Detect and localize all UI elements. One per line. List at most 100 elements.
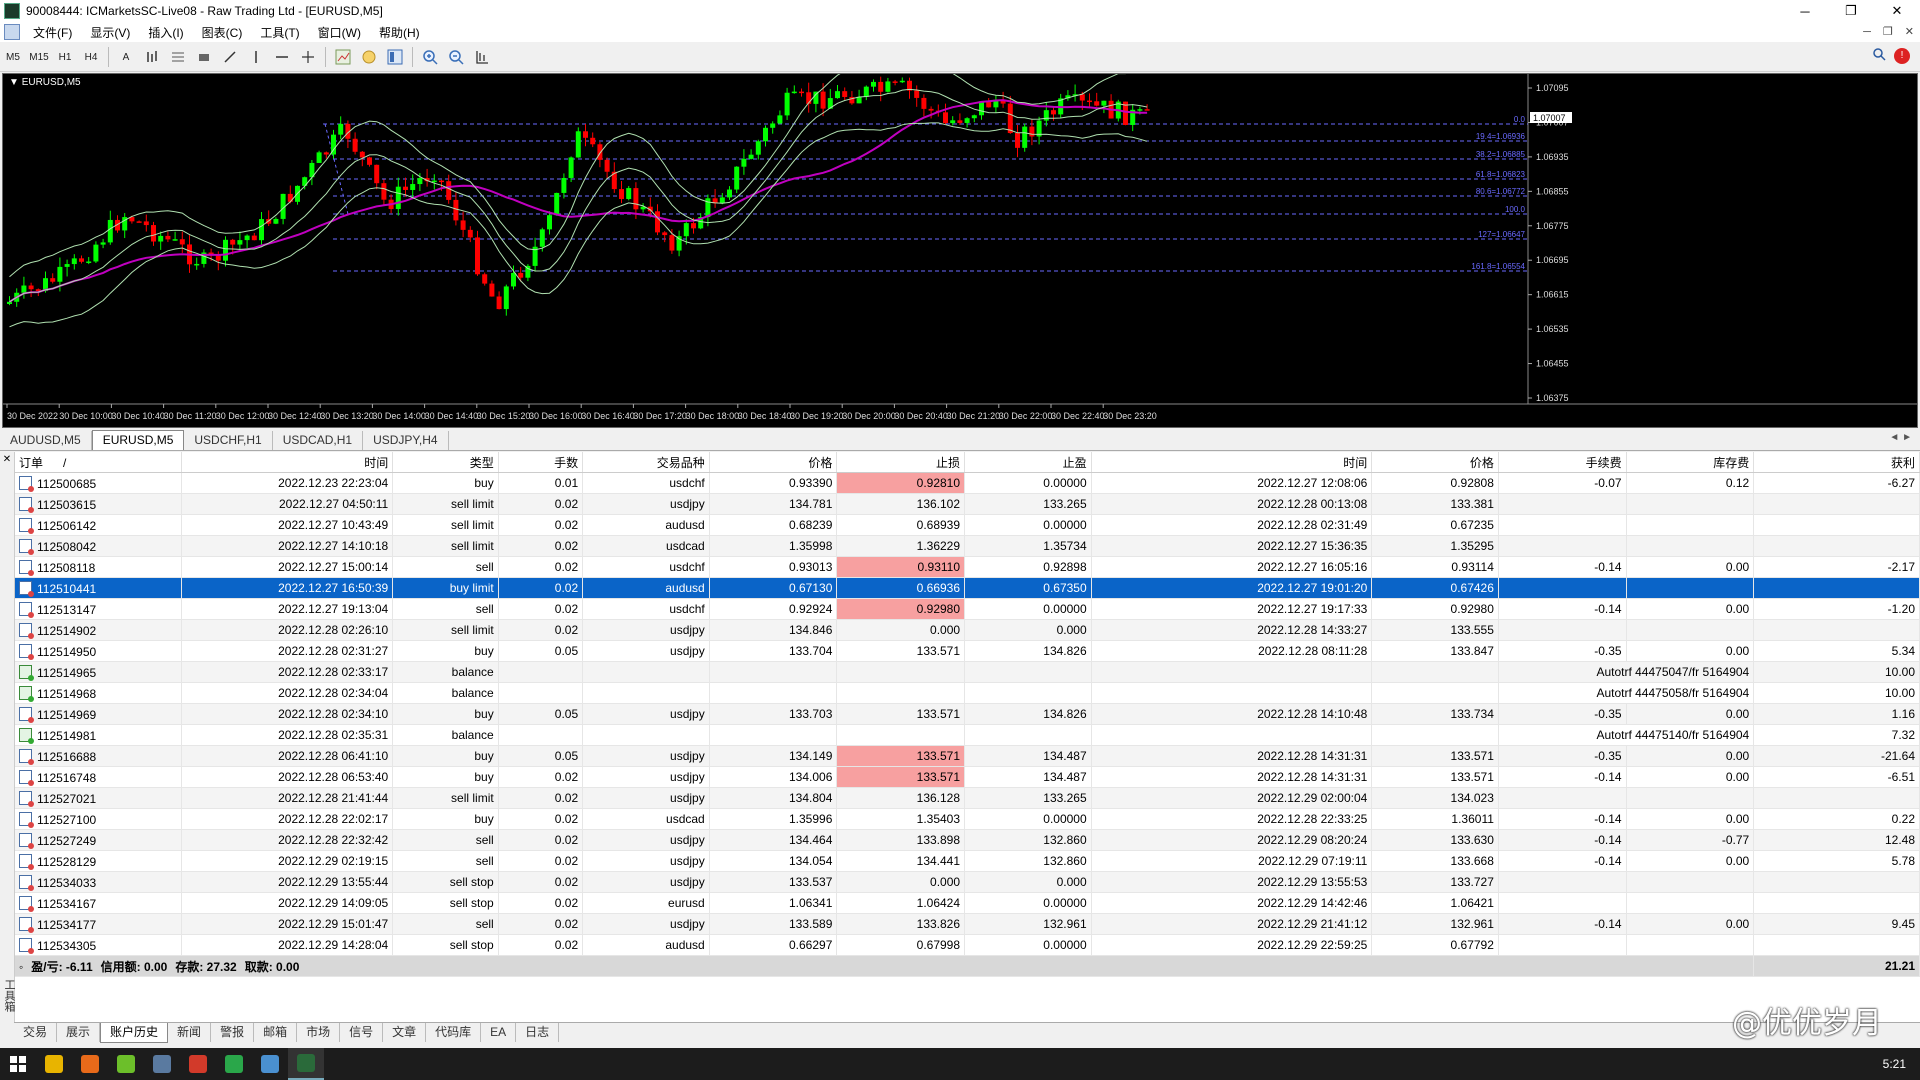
menu-tools[interactable]: 工具(T) — [251, 24, 308, 41]
menu-insert[interactable]: 插入(I) — [139, 24, 192, 41]
red-app-icon[interactable] — [180, 1048, 216, 1080]
document-icon[interactable] — [4, 24, 20, 40]
column-header[interactable]: 手数 — [498, 452, 584, 473]
crosshair-icon[interactable] — [298, 47, 318, 67]
search-icon[interactable] — [1872, 47, 1886, 64]
price-chart[interactable]: 1.07095 1.07007 1.06935 1.06855 1.06775 1.066… — [2, 73, 1918, 428]
table-row[interactable]: 112516748 2022.12.28 06:53:40 buy 0.02 usdjp… — [15, 766, 1920, 788]
new-chart-icon[interactable] — [333, 47, 353, 67]
terminal-tab[interactable]: 市场 — [297, 1023, 341, 1042]
column-header[interactable]: 止损 — [836, 452, 966, 473]
mdi-close-icon[interactable]: ✕ — [1905, 22, 1914, 42]
table-row[interactable]: 112534033 2022.12.29 13:55:44 sell stop 0.0… — [15, 871, 1920, 893]
table-row[interactable]: 112503615 2022.12.27 04:50:11 sell limit 0.… — [15, 493, 1920, 515]
vertical-line-icon[interactable] — [246, 47, 266, 67]
navigator-icon[interactable] — [385, 47, 405, 67]
horizontal-line-icon[interactable] — [272, 47, 292, 67]
tf-h4-button[interactable]: H4 — [81, 47, 101, 67]
terminal-tab[interactable]: 文章 — [383, 1023, 427, 1042]
notification-icon[interactable]: ! — [1894, 47, 1910, 64]
table-row[interactable]: 112516688 2022.12.28 06:41:10 buy 0.05 usdjp… — [15, 745, 1920, 767]
mdi-restore-icon[interactable]: ❐ — [1883, 22, 1893, 42]
table-row[interactable]: 112513147 2022.12.27 19:13:04 sell 0.02 usdc… — [15, 598, 1920, 620]
tf-h1-button[interactable]: H1 — [55, 47, 75, 67]
windows-start-icon[interactable] — [0, 1048, 36, 1080]
chrome-icon[interactable] — [36, 1048, 72, 1080]
minimize-icon[interactable]: ─ — [1782, 0, 1828, 22]
column-header[interactable]: 库存费 — [1626, 452, 1755, 473]
terminal-tab[interactable]: 信号 — [340, 1023, 384, 1042]
chart-tab[interactable]: EURUSD,M5 — [91, 430, 185, 450]
table-row[interactable]: 112514902 2022.12.28 02:26:10 sell limit 0.… — [15, 619, 1920, 641]
column-header[interactable]: 止盈 — [964, 452, 1092, 473]
table-row[interactable]: 112514965 2022.12.28 02:33:17 balance Autot… — [15, 661, 1920, 683]
app-icon[interactable] — [144, 1048, 180, 1080]
tf-m15-button[interactable]: M15 — [29, 47, 49, 67]
table-row[interactable]: 112527021 2022.12.28 21:41:44 sell limit 0.… — [15, 787, 1920, 809]
wechat-icon[interactable] — [216, 1048, 252, 1080]
app2-icon[interactable] — [252, 1048, 288, 1080]
terminal-tab[interactable]: 新闻 — [168, 1023, 212, 1042]
column-header[interactable]: 时间 — [181, 452, 394, 473]
table-row[interactable]: 112514950 2022.12.28 02:31:27 buy 0.05 usdjp… — [15, 640, 1920, 662]
terminal-tab[interactable]: 日志 — [516, 1023, 560, 1042]
menu-view[interactable]: 显示(V) — [81, 24, 139, 41]
trendline-icon[interactable] — [220, 47, 240, 67]
table-row[interactable]: 112514981 2022.12.28 02:35:31 balance Autot… — [15, 724, 1920, 746]
menu-charts[interactable]: 图表(C) — [193, 24, 252, 41]
terminal-tab[interactable]: 展示 — [57, 1023, 101, 1042]
green-app-icon[interactable] — [108, 1048, 144, 1080]
column-header[interactable]: 手续费 — [1498, 452, 1627, 473]
bar-chart-icon[interactable] — [142, 47, 162, 67]
table-row[interactable]: 112527249 2022.12.28 22:32:42 sell 0.02 usdj… — [15, 829, 1920, 851]
terminal-tab[interactable]: 警报 — [211, 1023, 255, 1042]
text-tool-button[interactable]: A — [116, 47, 136, 67]
mt4-icon[interactable] — [288, 1048, 324, 1080]
chart-tab[interactable]: USDCHF,H1 — [184, 431, 273, 450]
column-header[interactable]: 订单 / — [15, 452, 183, 473]
chart-properties-icon[interactable] — [472, 47, 492, 67]
column-header[interactable]: 交易品种 — [582, 452, 710, 473]
menu-window[interactable]: 窗口(W) — [309, 24, 370, 41]
fib-lines-icon[interactable] — [168, 47, 188, 67]
chart-tab[interactable]: USDJPY,H4 — [363, 431, 449, 450]
table-row[interactable]: 112514968 2022.12.28 02:34:04 balance Autot… — [15, 682, 1920, 704]
column-header[interactable]: 时间 — [1091, 452, 1373, 473]
table-row[interactable]: 112527100 2022.12.28 22:02:17 buy 0.02 usdca… — [15, 808, 1920, 830]
table-row[interactable]: 112508118 2022.12.27 15:00:14 sell 0.02 usdc… — [15, 556, 1920, 578]
close-icon[interactable]: ✕ — [1874, 0, 1920, 22]
terminal-tab[interactable]: 交易 — [14, 1023, 58, 1042]
column-header[interactable]: 类型 — [392, 452, 499, 473]
terminal-tab[interactable]: 代码库 — [426, 1023, 482, 1042]
terminal-tab[interactable]: 账户历史 — [100, 1023, 169, 1043]
zoom-out-icon[interactable] — [446, 47, 466, 67]
table-row[interactable]: 112534167 2022.12.29 14:09:05 sell stop 0.0… — [15, 892, 1920, 914]
restore-icon[interactable]: ❐ — [1828, 0, 1874, 22]
table-row[interactable]: 112528129 2022.12.29 02:19:15 sell 0.02 usdj… — [15, 850, 1920, 872]
table-row[interactable]: 112508042 2022.12.27 14:10:18 sell limit 0.… — [15, 535, 1920, 557]
table-row[interactable]: 112506142 2022.12.27 10:43:49 sell limit 0.… — [15, 514, 1920, 536]
tf-m5-button[interactable]: M5 — [3, 47, 23, 67]
tab-scroll-arrows[interactable]: ◄ ► — [1889, 432, 1912, 443]
column-header[interactable]: 获利 — [1753, 452, 1920, 473]
zoom-in-icon[interactable] — [420, 47, 440, 67]
terminal-close-icon[interactable]: ✕ — [0, 454, 14, 465]
chart-tab[interactable]: USDCAD,H1 — [273, 431, 364, 450]
mdi-minimize-icon[interactable]: ─ — [1863, 22, 1871, 42]
menu-file[interactable]: 文件(F) — [24, 24, 81, 41]
chart-tab[interactable]: AUDUSD,M5 — [0, 431, 92, 450]
menu-help[interactable]: 帮助(H) — [370, 24, 429, 41]
terminal-tab[interactable]: EA — [481, 1023, 517, 1042]
search-app-icon[interactable] — [72, 1048, 108, 1080]
cell-text: 0.12 — [1725, 476, 1750, 490]
column-header[interactable]: 价格 — [709, 452, 838, 473]
column-header[interactable]: 价格 — [1371, 452, 1499, 473]
table-row[interactable]: 112510441 2022.12.27 16:50:39 buy limit 0.0… — [15, 577, 1920, 599]
table-row[interactable]: 112500685 2022.12.23 22:23:04 buy 0.01 usdch… — [15, 472, 1920, 494]
table-row[interactable]: 112514969 2022.12.28 02:34:10 buy 0.05 usdjp… — [15, 703, 1920, 725]
table-row[interactable]: 112534177 2022.12.29 15:01:47 sell 0.02 usdj… — [15, 913, 1920, 935]
table-row[interactable]: 112534305 2022.12.29 14:28:04 sell stop 0.0… — [15, 934, 1920, 956]
rectangle-icon[interactable] — [194, 47, 214, 67]
expert-icon[interactable] — [359, 47, 379, 67]
terminal-tab[interactable]: 邮箱 — [254, 1023, 298, 1042]
